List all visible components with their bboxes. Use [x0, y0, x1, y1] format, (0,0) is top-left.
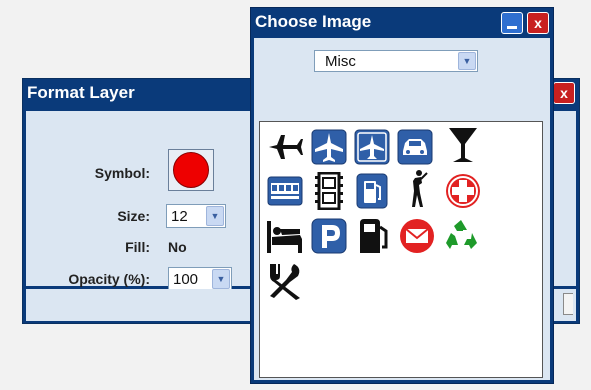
- icon-grid: [259, 121, 543, 378]
- minimize-button[interactable]: [501, 12, 523, 34]
- golf-icon[interactable]: [400, 170, 438, 208]
- recycle-icon[interactable]: [442, 217, 480, 255]
- category-value: Misc: [325, 52, 356, 70]
- choose-image-panel: Misc ▼: [254, 38, 550, 380]
- gas-pump-icon[interactable]: [353, 172, 391, 210]
- chevron-down-icon: ▼: [458, 52, 476, 70]
- film-icon[interactable]: [310, 172, 348, 210]
- format-layer-close-button[interactable]: x: [553, 82, 575, 104]
- cocktail-icon[interactable]: [444, 126, 482, 164]
- choose-image-dialog: Choose Image x Misc ▼: [250, 7, 554, 384]
- format-layer-title: Format Layer: [27, 83, 135, 102]
- size-value: 12: [171, 207, 188, 225]
- fill-value: No: [168, 239, 187, 255]
- size-label: Size:: [117, 208, 150, 224]
- choose-image-title: Choose Image: [255, 12, 372, 31]
- airplane-icon[interactable]: [266, 128, 304, 166]
- minimize-icon: [507, 25, 517, 29]
- car-icon[interactable]: [396, 128, 434, 166]
- category-select[interactable]: Misc ▼: [314, 50, 478, 72]
- opacity-label: Opacity (%):: [68, 271, 150, 287]
- mail-icon[interactable]: [398, 217, 436, 255]
- opacity-select[interactable]: 100 ▼: [168, 267, 232, 291]
- restaurant-icon[interactable]: [266, 262, 304, 300]
- bed-icon[interactable]: [266, 217, 304, 255]
- opacity-value: 100: [173, 270, 199, 288]
- parking-icon[interactable]: [310, 217, 348, 255]
- choose-image-close-button[interactable]: x: [527, 12, 549, 34]
- airport-blue-icon[interactable]: [310, 128, 348, 166]
- fuel-icon[interactable]: [353, 217, 391, 255]
- chevron-down-icon: ▼: [206, 206, 224, 226]
- symbol-button[interactable]: [168, 149, 214, 191]
- chevron-down-icon: ▼: [212, 269, 230, 289]
- symbol-swatch: [173, 152, 209, 188]
- bus-icon[interactable]: [266, 172, 304, 210]
- footer-button[interactable]: [563, 293, 573, 315]
- size-select[interactable]: 12 ▼: [166, 204, 226, 228]
- airport-alt-icon[interactable]: [353, 128, 391, 166]
- fill-label: Fill:: [125, 239, 150, 255]
- symbol-label: Symbol:: [94, 165, 150, 181]
- first-aid-icon[interactable]: [444, 172, 482, 210]
